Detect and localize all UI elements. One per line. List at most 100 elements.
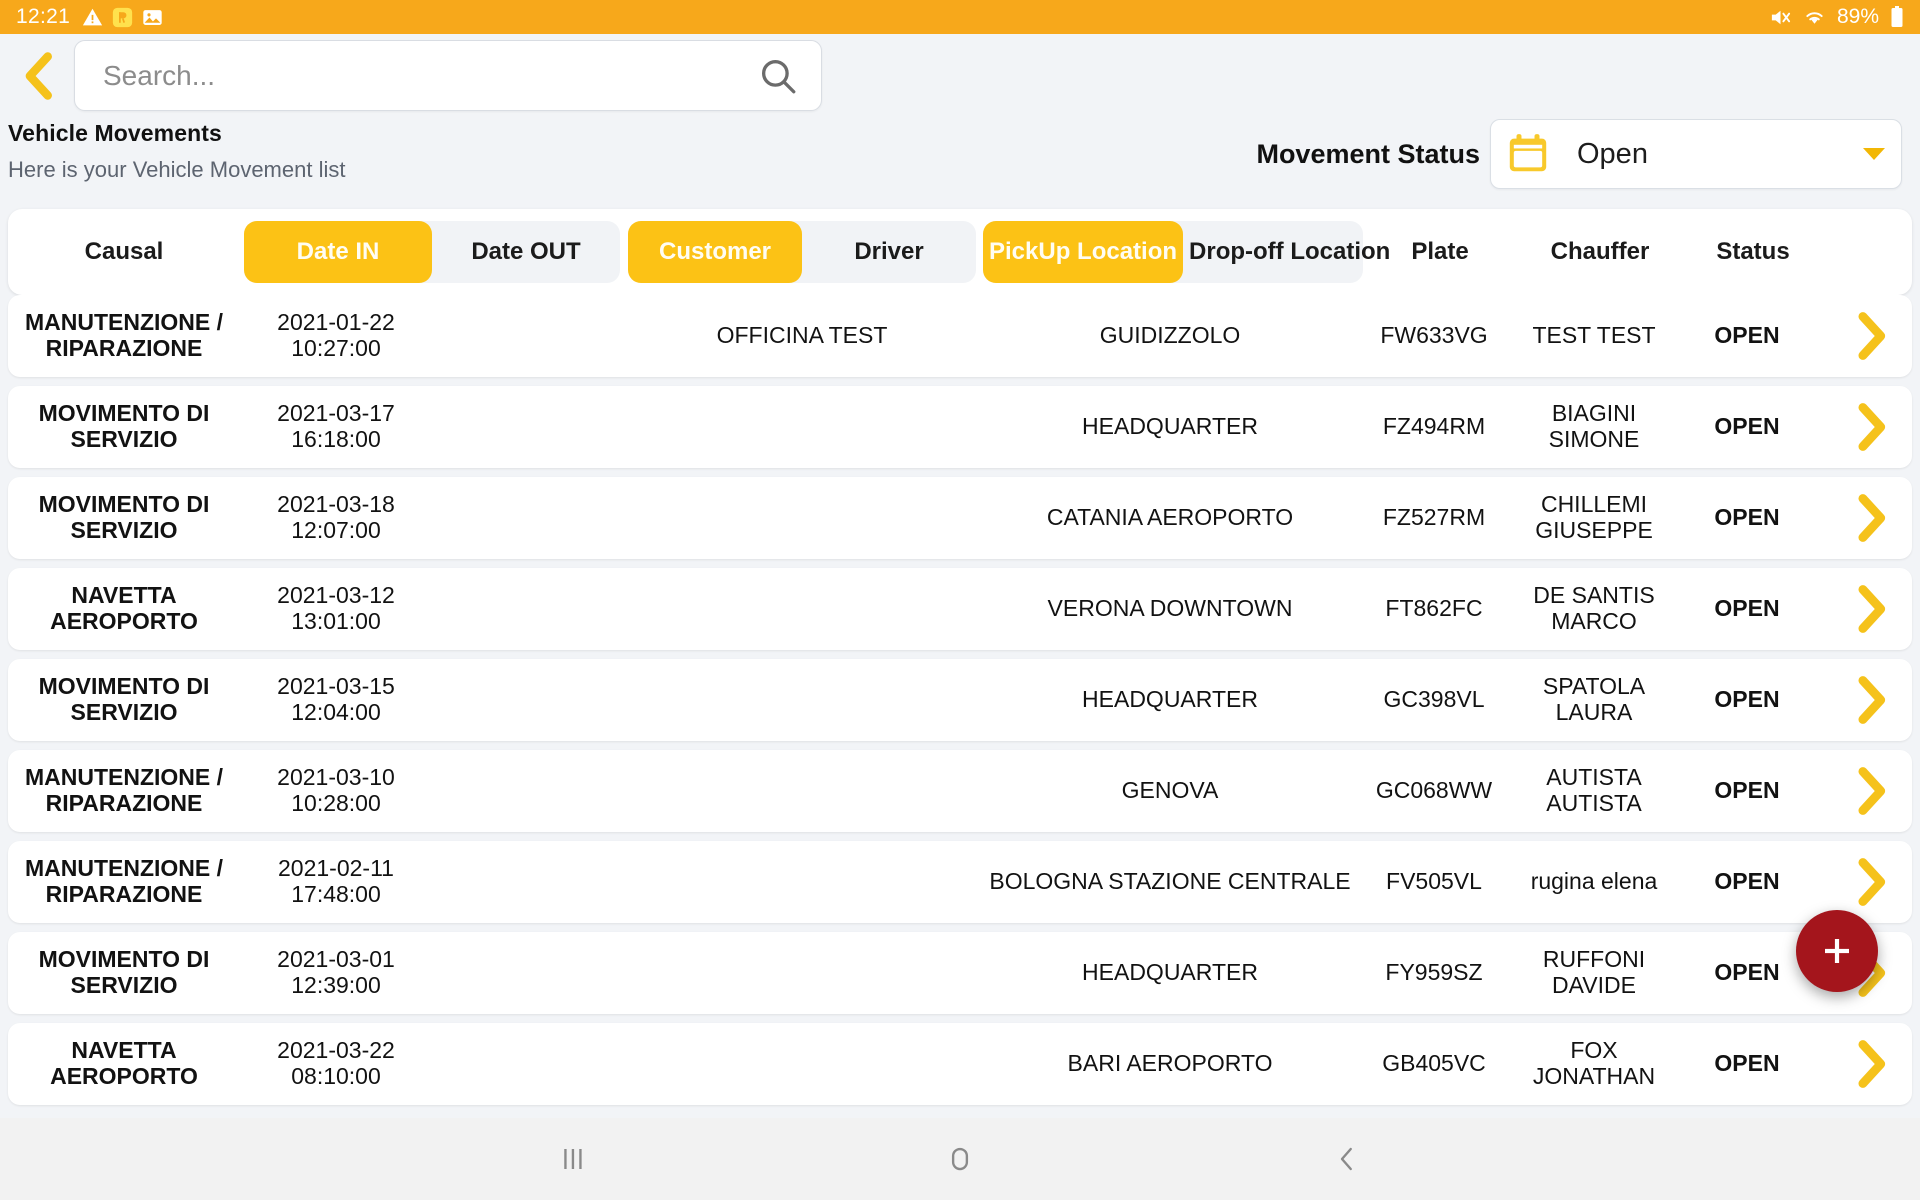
status-bar: 12:21 89%: [0, 0, 1920, 34]
row-open-button[interactable]: [1814, 401, 1920, 453]
search-icon[interactable]: [757, 55, 799, 97]
cell-status: OPEN: [1680, 687, 1814, 713]
cell-date-in: 2021-02-11 17:48:00: [240, 856, 432, 908]
column-header-plate[interactable]: Plate: [1366, 209, 1514, 295]
cell-causal: MOVIMENTO DI SERVIZIO: [8, 401, 240, 453]
chevron-right-icon: [1850, 674, 1892, 726]
column-group-locations: PickUp Location Drop-off Location: [980, 209, 1366, 295]
cell-date-in: 2021-03-01 12:39:00: [240, 947, 432, 999]
wifi-icon: [1803, 6, 1826, 29]
table-row[interactable]: NAVETTA AEROPORTO2021-03-12 13:01:00 VERO…: [8, 568, 1912, 650]
column-header-date-in[interactable]: Date IN: [244, 221, 432, 283]
cell-causal: MOVIMENTO DI SERVIZIO: [8, 947, 240, 999]
page-header: Vehicle Movements Here is your Vehicle M…: [0, 117, 1920, 209]
row-open-button[interactable]: [1814, 492, 1920, 544]
row-open-button[interactable]: [1814, 674, 1920, 726]
cell-location: GENOVA: [980, 778, 1360, 804]
plus-icon: [1819, 933, 1855, 969]
search-input[interactable]: [103, 60, 757, 92]
table-row[interactable]: MOVIMENTO DI SERVIZIO2021-03-01 12:39:00…: [8, 932, 1912, 1014]
cell-chauffer: AUTISTA AUTISTA: [1508, 765, 1680, 817]
column-header-dropoff-location[interactable]: Drop-off Location: [1183, 221, 1396, 283]
table-row[interactable]: MOVIMENTO DI SERVIZIO2021-03-18 12:07:00…: [8, 477, 1912, 559]
row-open-button[interactable]: [1814, 1038, 1920, 1090]
cell-date-in: 2021-03-12 13:01:00: [240, 583, 432, 635]
home-button[interactable]: [915, 1129, 1005, 1189]
cell-location: HEADQUARTER: [980, 960, 1360, 986]
cell-status: OPEN: [1680, 869, 1814, 895]
status-bar-time: 12:21: [16, 5, 70, 29]
chevron-right-icon: [1850, 1038, 1892, 1090]
column-group-locations-inner: PickUp Location Drop-off Location: [983, 221, 1363, 283]
image-icon: [142, 7, 163, 28]
column-header-pickup-location[interactable]: PickUp Location: [983, 221, 1183, 283]
column-group-dates-inner: Date IN Date OUT: [244, 221, 620, 283]
row-open-button[interactable]: [1814, 765, 1920, 817]
back-button[interactable]: [12, 46, 64, 106]
cell-causal: MANUTENZIONE / RIPARAZIONE: [8, 856, 240, 908]
chevron-right-icon: [1850, 310, 1892, 362]
column-group-people: Customer Driver: [624, 209, 980, 295]
table-row[interactable]: MANUTENZIONE / RIPARAZIONE2021-02-11 17:…: [8, 841, 1912, 923]
page-subtitle: Here is your Vehicle Movement list: [8, 157, 345, 183]
column-header-chauffer[interactable]: Chauffer: [1514, 209, 1686, 295]
status-bar-left-icons: [82, 7, 163, 28]
row-open-button[interactable]: [1814, 310, 1920, 362]
cell-chauffer: RUFFONI DAVIDE: [1508, 947, 1680, 999]
cell-location: VERONA DOWNTOWN: [980, 596, 1360, 622]
cell-status: OPEN: [1680, 778, 1814, 804]
column-header-status[interactable]: Status: [1686, 209, 1820, 295]
cell-date-in: 2021-03-22 08:10:00: [240, 1038, 432, 1090]
column-header-driver[interactable]: Driver: [802, 221, 976, 283]
cell-date-in: 2021-03-10 10:28:00: [240, 765, 432, 817]
table-row[interactable]: MANUTENZIONE / RIPARAZIONE2021-03-10 10:…: [8, 750, 1912, 832]
cell-chauffer: TEST TEST: [1508, 323, 1680, 349]
cell-plate: GB405VC: [1360, 1051, 1508, 1077]
cell-plate: FZ494RM: [1360, 414, 1508, 440]
nav-back-button[interactable]: [1302, 1129, 1392, 1189]
recents-button[interactable]: [528, 1129, 618, 1189]
cell-chauffer: DE SANTIS MARCO: [1508, 583, 1680, 635]
movement-status-select[interactable]: Open: [1490, 119, 1902, 189]
table-row[interactable]: NAVETTA AEROPORTO2021-03-22 08:10:00BARI…: [8, 1023, 1912, 1105]
table-row[interactable]: MOVIMENTO DI SERVIZIO2021-03-15 12:04:00…: [8, 659, 1912, 741]
status-bar-battery-text: 89%: [1837, 5, 1879, 29]
title-block: Vehicle Movements Here is your Vehicle M…: [8, 117, 345, 183]
search-box[interactable]: [74, 40, 822, 111]
cell-plate: FT862FC: [1360, 596, 1508, 622]
cell-date-in: 2021-03-17 16:18:00: [240, 401, 432, 453]
cell-causal: MANUTENZIONE / RIPARAZIONE: [8, 310, 240, 362]
page-title: Vehicle Movements: [8, 120, 345, 147]
column-header-bar: Causal Date IN Date OUT Customer Driver …: [8, 209, 1912, 295]
chevron-right-icon: [1850, 765, 1892, 817]
column-header-arrow-spacer: [1820, 209, 1912, 295]
row-open-button[interactable]: [1814, 856, 1920, 908]
cell-causal: NAVETTA AEROPORTO: [8, 583, 240, 635]
cell-date-in: 2021-03-15 12:04:00: [240, 674, 432, 726]
movements-table-body: MANUTENZIONE / RIPARAZIONE2021-01-22 10:…: [8, 295, 1912, 1105]
cell-chauffer: FOX JONATHAN: [1508, 1038, 1680, 1090]
column-header-plate-label: Plate: [1411, 238, 1468, 266]
warning-triangle-icon: [82, 7, 103, 28]
column-header-causal-label: Causal: [85, 238, 164, 266]
table-row[interactable]: MOVIMENTO DI SERVIZIO2021-03-17 16:18:00…: [8, 386, 1912, 468]
table-row[interactable]: MANUTENZIONE / RIPARAZIONE2021-01-22 10:…: [8, 295, 1912, 377]
column-header-customer[interactable]: Customer: [628, 221, 802, 283]
cell-plate: FW633VG: [1360, 323, 1508, 349]
system-nav-bar: [0, 1118, 1920, 1200]
cell-causal: MOVIMENTO DI SERVIZIO: [8, 492, 240, 544]
cell-status: OPEN: [1680, 505, 1814, 531]
column-header-causal[interactable]: Causal: [8, 209, 240, 295]
column-header-chauffer-label: Chauffer: [1551, 238, 1650, 266]
movements-table[interactable]: MANUTENZIONE / RIPARAZIONE2021-01-22 10:…: [0, 295, 1920, 1118]
mute-icon: [1769, 6, 1792, 29]
calendar-icon: [1505, 131, 1551, 177]
chevron-down-icon[interactable]: [1863, 148, 1885, 160]
column-header-date-out[interactable]: Date OUT: [432, 221, 620, 283]
cell-causal: MOVIMENTO DI SERVIZIO: [8, 674, 240, 726]
chevron-left-icon: [18, 50, 58, 102]
app-badge-icon: [112, 7, 133, 28]
add-movement-button[interactable]: [1796, 910, 1878, 992]
row-open-button[interactable]: [1814, 583, 1920, 635]
cell-status: OPEN: [1680, 960, 1814, 986]
